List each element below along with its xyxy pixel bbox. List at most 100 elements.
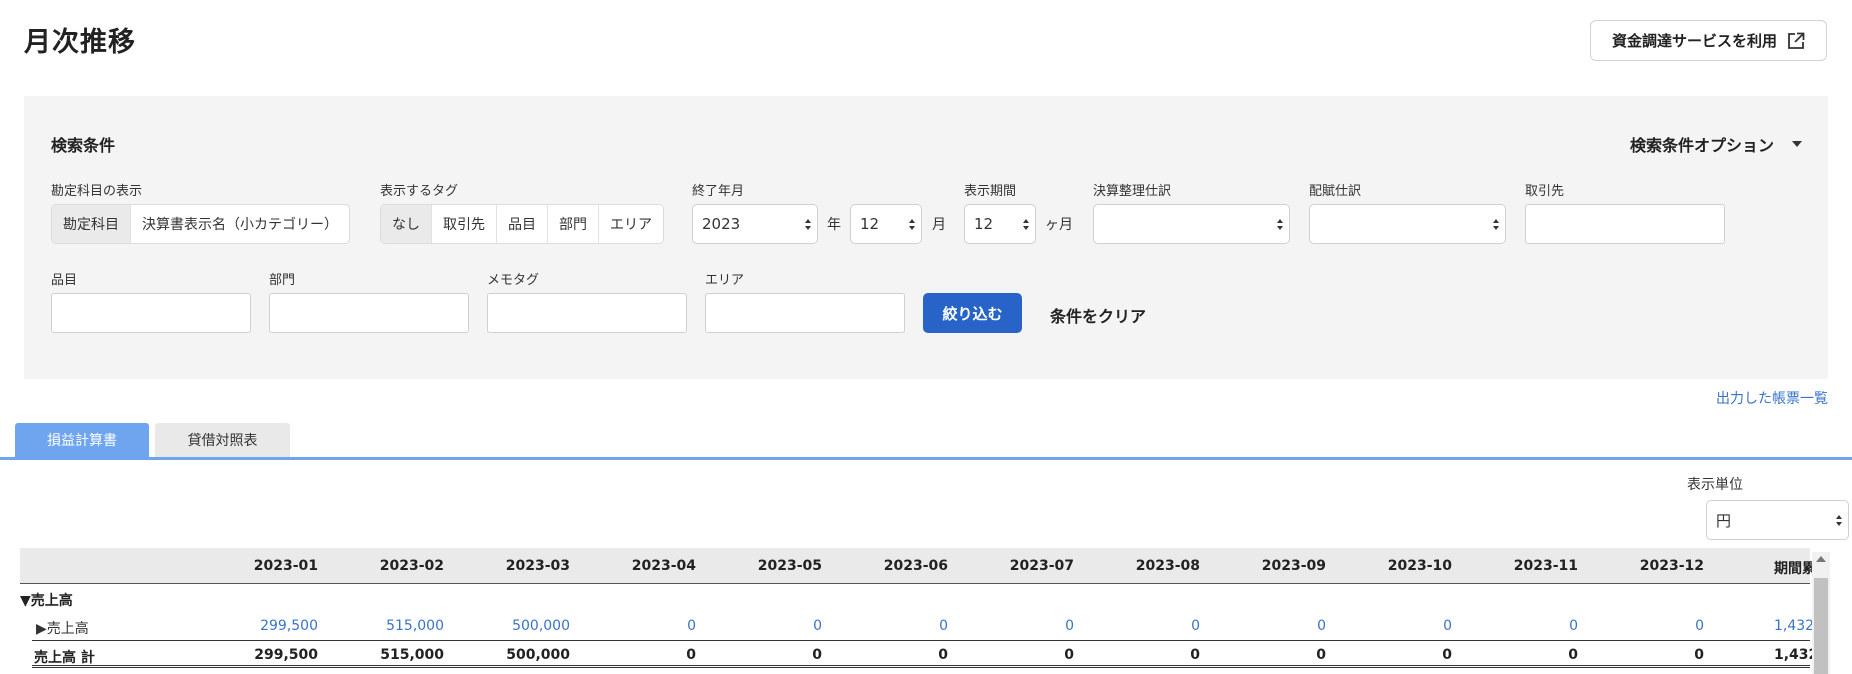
department-input[interactable] <box>269 293 469 333</box>
table-cell-link[interactable]: 0 <box>964 618 1074 634</box>
column-header-total: 期間累 <box>1774 561 1812 577</box>
table-cell-link[interactable]: 0 <box>712 618 822 634</box>
section-toggle-sales[interactable]: ▼売上高 <box>20 590 73 610</box>
table-cell: 0 <box>812 647 822 663</box>
output-reports-link[interactable]: 出力した帳票一覧 <box>1716 388 1828 408</box>
tags-label: 表示するタグ <box>380 184 459 199</box>
search-options-toggle[interactable]: 検索条件オプション <box>1630 132 1802 156</box>
select-arrows-icon <box>1277 219 1283 230</box>
search-panel: 検索条件 検索条件オプション 勘定科目の表示 表示するタグ 終了年月 表示期間 … <box>24 96 1828 379</box>
tag-option-department[interactable]: 部門 <box>548 205 599 243</box>
period-unit: ヶ月 <box>1045 217 1073 233</box>
table-cell-link[interactable]: 299,500 <box>208 618 318 634</box>
column-header: 2023-11 <box>1513 558 1578 574</box>
table-cell-link[interactable]: 0 <box>1090 618 1200 634</box>
tag-option-area[interactable]: エリア <box>599 205 663 243</box>
area-input[interactable] <box>705 293 905 333</box>
table-cell-link[interactable]: 0 <box>586 618 696 634</box>
tag-option-partner[interactable]: 取引先 <box>432 205 497 243</box>
table-cell-link[interactable]: 0 <box>1468 618 1578 634</box>
tab-balance-sheet[interactable]: 貸借対照表 <box>155 423 290 457</box>
table-cell: 0 <box>1568 647 1578 663</box>
memo-tag-input[interactable] <box>487 293 687 333</box>
account-display-toggle: 勘定科目 決算書表示名（小カテゴリー） <box>51 204 350 244</box>
column-header: 2023-08 <box>1135 558 1200 574</box>
table-cell-link[interactable]: 0 <box>1216 618 1326 634</box>
account-display-label: 勘定科目の表示 <box>51 184 143 199</box>
clear-conditions-button[interactable]: 条件をクリア <box>1050 303 1146 327</box>
column-header: 2023-02 <box>379 558 444 574</box>
table-cell: 0 <box>1442 647 1452 663</box>
tag-option-none[interactable]: なし <box>381 205 432 243</box>
table-cell: 0 <box>1064 647 1074 663</box>
column-header: 2023-05 <box>757 558 822 574</box>
table-cell-link[interactable]: 500,000 <box>460 618 570 634</box>
month-unit: 月 <box>932 217 946 233</box>
department-label: 部門 <box>269 273 296 288</box>
account-display-option-statement-name[interactable]: 決算書表示名（小カテゴリー） <box>131 205 349 243</box>
table-cell-link[interactable]: 0 <box>1594 618 1704 634</box>
item-input[interactable] <box>51 293 251 333</box>
tab-profit-loss[interactable]: 損益計算書 <box>15 423 149 457</box>
column-header: 2023-09 <box>1261 558 1326 574</box>
year-unit: 年 <box>827 217 841 233</box>
table-cell: 0 <box>1694 647 1704 663</box>
closing-entries-select[interactable] <box>1093 204 1290 244</box>
search-panel-title: 検索条件 <box>51 136 116 155</box>
scrollbar-thumb[interactable] <box>1814 578 1828 674</box>
table-cell: 0 <box>1316 647 1326 663</box>
section-row: ▼売上高 <box>20 584 1810 612</box>
table-header: 2023-01 2023-02 2023-03 2023-04 2023-05 … <box>20 548 1812 584</box>
account-display-option-account[interactable]: 勘定科目 <box>52 205 131 243</box>
table-cell-link[interactable]: 1,432, <box>1720 618 1812 634</box>
partner-label: 取引先 <box>1525 184 1565 199</box>
closing-entries-label: 決算整理仕訳 <box>1093 184 1172 199</box>
table-cell: 0 <box>686 647 696 663</box>
column-header: 2023-03 <box>505 558 570 574</box>
table-cell-link[interactable]: 515,000 <box>334 618 444 634</box>
item-label: 品目 <box>51 273 78 288</box>
period-label: 表示期間 <box>964 184 1017 199</box>
column-header: 2023-01 <box>253 558 318 574</box>
partner-input[interactable] <box>1525 204 1725 244</box>
table-scrollbar[interactable] <box>1812 552 1830 674</box>
allocation-entries-select[interactable] <box>1309 204 1506 244</box>
display-unit-select[interactable]: 円 <box>1706 500 1849 540</box>
display-unit-value: 円 <box>1716 511 1732 530</box>
tags-toggle: なし 取引先 品目 部門 エリア <box>380 204 664 244</box>
column-header: 2023-07 <box>1009 558 1074 574</box>
allocation-entries-label: 配賦仕訳 <box>1309 184 1362 199</box>
end-month-value: 12 <box>860 215 880 233</box>
column-header: 2023-12 <box>1639 558 1704 574</box>
end-month-select[interactable]: 12 <box>850 204 922 244</box>
funding-service-label: 資金調達サービスを利用 <box>1611 32 1777 50</box>
column-header: 2023-06 <box>883 558 948 574</box>
area-label: エリア <box>705 273 745 288</box>
table-cell: 0 <box>1190 647 1200 663</box>
row-toggle-sales[interactable]: ▶売上高 <box>36 618 89 638</box>
table-cell: 500,000 <box>506 647 570 663</box>
column-header: 2023-10 <box>1387 558 1452 574</box>
memo-tag-label: メモタグ <box>487 273 540 288</box>
period-select[interactable]: 12 <box>964 204 1036 244</box>
monthly-table: 2023-01 2023-02 2023-03 2023-04 2023-05 … <box>20 548 1812 674</box>
table-cell: 1,432, <box>1774 647 1812 663</box>
row-label-total: 売上高 計 <box>34 650 95 666</box>
select-arrows-icon <box>1023 219 1029 230</box>
table-cell: 299,500 <box>254 647 318 663</box>
select-arrows-icon <box>805 219 811 230</box>
table-cell-link[interactable]: 0 <box>838 618 948 634</box>
tab-underline <box>0 457 1852 460</box>
filter-button[interactable]: 絞り込む <box>923 293 1022 333</box>
end-month-label: 終了年月 <box>692 184 745 199</box>
select-arrows-icon <box>1836 515 1842 526</box>
end-year-select[interactable]: 2023 <box>692 204 818 244</box>
scroll-up-arrow-icon[interactable] <box>1816 556 1826 562</box>
page-title: 月次推移 <box>24 27 136 58</box>
table-cell-link[interactable]: 0 <box>1342 618 1452 634</box>
period-value: 12 <box>974 215 994 233</box>
table-row: ▶売上高 299,500 515,000 500,000 0 0 0 0 0 0… <box>20 612 1812 640</box>
table-row-total: 売上高 計 299,500 515,000 500,000 0 0 0 0 0 … <box>32 640 1812 668</box>
funding-service-button[interactable]: 資金調達サービスを利用 <box>1590 20 1827 61</box>
tag-option-item[interactable]: 品目 <box>497 205 548 243</box>
